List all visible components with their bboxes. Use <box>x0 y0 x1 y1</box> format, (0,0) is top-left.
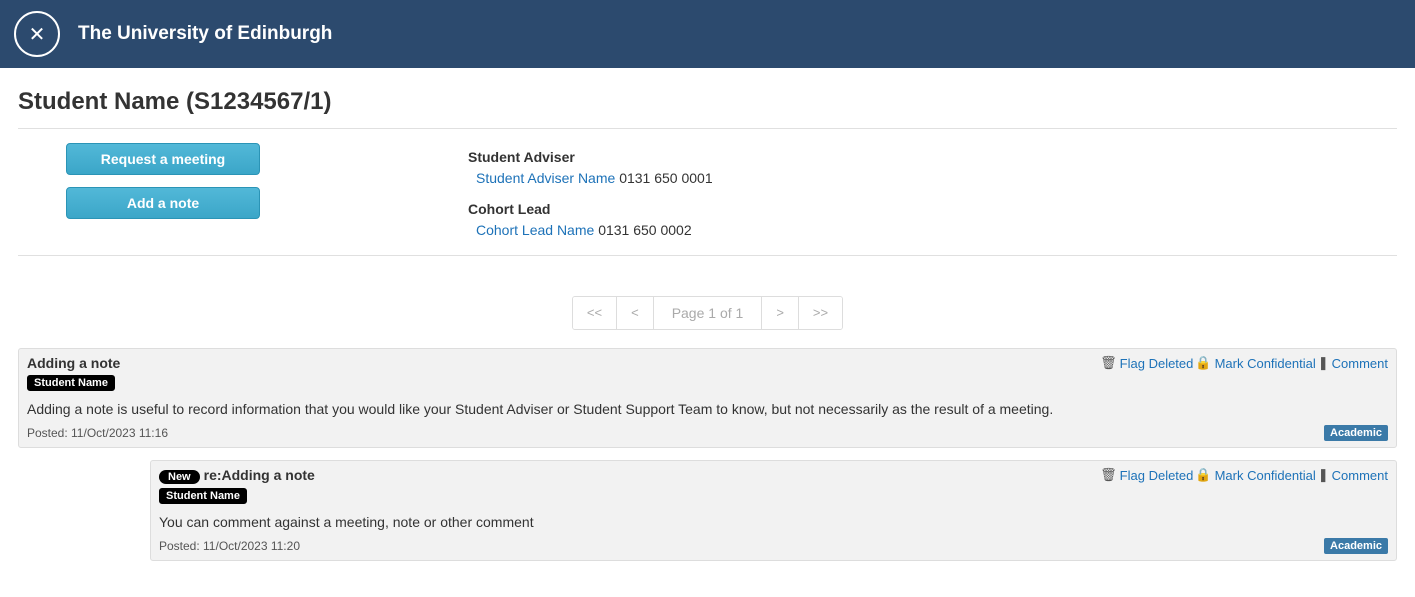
note-body: Adding a note is useful to record inform… <box>27 401 1388 417</box>
note-title: Adding a note <box>27 355 120 371</box>
adviser-name-link[interactable]: Student Adviser Name <box>476 170 615 186</box>
cohort-name-link[interactable]: Cohort Lead Name <box>476 222 594 238</box>
lock-icon: 🔒 <box>1195 467 1211 483</box>
mark-confidential-link[interactable]: 🔒 Mark Confidential <box>1195 467 1315 483</box>
summary-section: Request a meeting Add a note Student Adv… <box>18 128 1397 256</box>
adviser-phone: 0131 650 0001 <box>619 170 712 186</box>
academic-tag: Academic <box>1324 538 1388 554</box>
author-badge: Student Name <box>27 375 115 391</box>
pager-prev[interactable]: < <box>617 297 654 329</box>
flag-deleted-link[interactable]: 🗑Flag Deleted <box>1100 467 1193 483</box>
request-meeting-button[interactable]: Request a meeting <box>66 143 260 175</box>
note-title: re:Adding a note <box>204 467 315 483</box>
trash-icon: 🗑 <box>1100 467 1117 483</box>
pager-next[interactable]: > <box>762 297 799 329</box>
note-posted: Posted: 11/Oct/2023 11:20 <box>159 539 300 553</box>
comment-link[interactable]: ❚Comment <box>1318 467 1388 483</box>
add-note-button[interactable]: Add a note <box>66 187 260 219</box>
flag-deleted-label: Flag Deleted <box>1120 468 1194 483</box>
comment-icon: ❚ <box>1318 467 1329 483</box>
cohort-label: Cohort Lead <box>468 199 1397 220</box>
cohort-phone: 0131 650 0002 <box>598 222 691 238</box>
pager: << < Page 1 of 1 > >> <box>572 296 843 330</box>
note-card: Adding a note Student Name 🗑Flag Deleted… <box>18 348 1397 448</box>
note-body: You can comment against a meeting, note … <box>159 514 1388 530</box>
mark-confidential-label: Mark Confidential <box>1215 468 1316 483</box>
flag-deleted-label: Flag Deleted <box>1120 356 1194 371</box>
site-header: ✕ The University of Edinburgh <box>0 0 1415 68</box>
note-card-reply: New re:Adding a note Student Name 🗑Flag D… <box>150 460 1397 561</box>
academic-tag: Academic <box>1324 425 1388 441</box>
trash-icon: 🗑 <box>1100 355 1117 371</box>
pager-last[interactable]: >> <box>799 297 842 329</box>
crest-icon: ✕ <box>29 22 46 47</box>
comment-label: Comment <box>1332 356 1388 371</box>
author-badge: Student Name <box>159 488 247 504</box>
note-posted: Posted: 11/Oct/2023 11:16 <box>27 426 168 440</box>
pager-label: Page 1 of 1 <box>654 297 763 329</box>
comment-link[interactable]: ❚Comment <box>1318 355 1388 371</box>
comment-icon: ❚ <box>1318 355 1329 371</box>
flag-deleted-link[interactable]: 🗑Flag Deleted <box>1100 355 1193 371</box>
site-name: The University of Edinburgh <box>78 23 332 45</box>
lock-icon: 🔒 <box>1195 355 1211 371</box>
pager-first[interactable]: << <box>573 297 617 329</box>
new-badge: New <box>159 470 200 484</box>
university-logo: ✕ <box>14 11 60 57</box>
mark-confidential-link[interactable]: 🔒 Mark Confidential <box>1195 355 1315 371</box>
mark-confidential-label: Mark Confidential <box>1215 356 1316 371</box>
page-title: Student Name (S1234567/1) <box>18 88 1397 116</box>
comment-label: Comment <box>1332 468 1388 483</box>
adviser-label: Student Adviser <box>468 147 1397 168</box>
